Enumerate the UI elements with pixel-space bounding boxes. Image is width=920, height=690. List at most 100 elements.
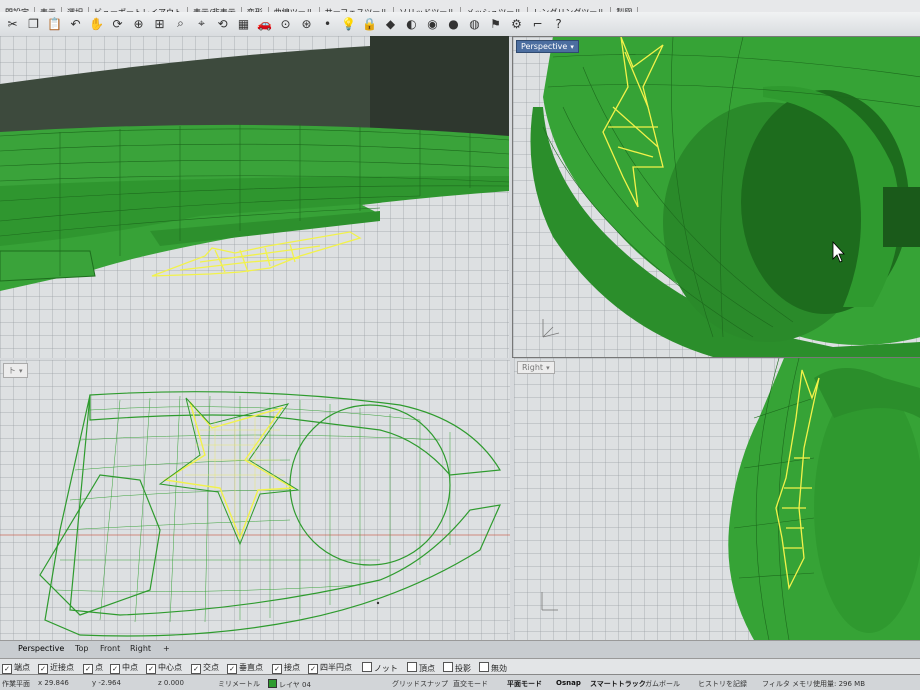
osnap-checkbox[interactable] xyxy=(407,662,417,672)
paste-icon[interactable]: 📋 xyxy=(46,15,63,32)
rendering-sphere-icon[interactable]: ◍ xyxy=(466,15,483,32)
osnap-11[interactable]: 投影 xyxy=(443,662,471,674)
osnap-9[interactable]: ノット xyxy=(362,662,398,674)
zoom-icon[interactable]: ⊕ xyxy=(130,15,147,32)
gumball-toggle[interactable]: ガムボール xyxy=(645,679,680,689)
osnap-2[interactable]: ✓ 点 xyxy=(83,662,103,674)
perspective-viewport-label[interactable]: Perspective ▾ xyxy=(516,40,579,53)
shade-icon[interactable]: ◆ xyxy=(382,15,399,32)
osnap-label: 無効 xyxy=(491,664,507,673)
osnap-checkbox[interactable]: ✓ xyxy=(110,664,120,674)
osnap-5[interactable]: ✓ 交点 xyxy=(191,662,219,674)
undo-view-icon[interactable]: ⟲ xyxy=(214,15,231,32)
material-icon[interactable]: ◐ xyxy=(403,15,420,32)
status-y: y -2.964 xyxy=(92,679,121,687)
select-icon[interactable]: ⊙ xyxy=(277,15,294,32)
rhino-window: 間設定 表示 選択 ビューポートレイアウト 表示/非表示 変形 曲線ツール サーフェスツールソ… xyxy=(0,0,920,690)
osnap-checkbox[interactable]: ✓ xyxy=(38,664,48,674)
osnap-label: 端点 xyxy=(14,663,30,672)
viewport-top[interactable]: ト ▾ xyxy=(0,360,510,640)
undo-icon[interactable]: ↶ xyxy=(67,15,84,32)
osnap-label: 点 xyxy=(95,663,103,672)
cut-icon[interactable]: ✂ xyxy=(4,15,21,32)
planar-toggle[interactable]: 平面モード xyxy=(507,679,542,689)
osnap-4[interactable]: ✓ 中心点 xyxy=(146,662,182,674)
osnap-0[interactable]: ✓ 端点 xyxy=(2,662,30,674)
osnap-toggle[interactable]: Osnap xyxy=(556,679,581,687)
car-icon[interactable]: 🚗 xyxy=(256,15,273,32)
osnap-checkbox[interactable]: ✓ xyxy=(227,664,237,674)
zoom-extents-icon[interactable]: ⌕ xyxy=(172,15,189,32)
dimension-icon[interactable]: ⌐ xyxy=(529,15,546,32)
options-icon[interactable]: ⚙ xyxy=(508,15,525,32)
osnap-12[interactable]: 無効 xyxy=(479,662,507,674)
osnap-label: 頂点 xyxy=(419,664,435,673)
osnap-checkbox[interactable]: ✓ xyxy=(191,664,201,674)
help-icon[interactable]: ? xyxy=(550,15,567,32)
osnap-label: 交点 xyxy=(203,663,219,672)
grid-snap-toggle[interactable]: グリッドスナップ xyxy=(392,679,448,689)
copy-icon[interactable]: ❐ xyxy=(25,15,42,32)
object-properties-icon[interactable]: ⊛ xyxy=(298,15,315,32)
osnap-checkbox[interactable] xyxy=(362,662,372,672)
top-view-model xyxy=(0,391,510,637)
lock-icon[interactable]: 🔒 xyxy=(361,15,378,32)
viewport-right[interactable]: Right ▾ xyxy=(514,358,920,640)
layer-color-swatch xyxy=(268,679,277,688)
osnap-checkbox[interactable]: ✓ xyxy=(272,664,282,674)
osnap-3[interactable]: ✓ 中点 xyxy=(110,662,138,674)
status-x: x 29.846 xyxy=(38,679,69,687)
viewport-layout-icon[interactable]: ▦ xyxy=(235,15,252,32)
top-viewport-label[interactable]: ト ▾ xyxy=(3,363,28,378)
render-icon[interactable]: ● xyxy=(445,15,462,32)
record-history-toggle[interactable]: ヒストリを記録 xyxy=(698,679,747,689)
light-icon[interactable]: 💡 xyxy=(340,15,357,32)
osnap-checkbox[interactable]: ✓ xyxy=(2,664,12,674)
status-layer-label: レイヤ 04 xyxy=(279,681,311,689)
viewport-perspective[interactable]: Perspective ▾ xyxy=(512,36,920,358)
ortho-toggle[interactable]: 直交モード xyxy=(453,679,488,689)
tab-top[interactable]: Top xyxy=(75,644,89,653)
right-viewport-label[interactable]: Right ▾ xyxy=(517,361,555,374)
memory-usage: メモリ使用量: 296 MB xyxy=(792,680,866,688)
status-z: z 0.000 xyxy=(158,679,184,687)
osnap-label: 四半円点 xyxy=(320,663,352,672)
rotate-icon[interactable]: ⟳ xyxy=(109,15,126,32)
osnap-8[interactable]: ✓ 四半円点 xyxy=(308,662,352,674)
osnap-6[interactable]: ✓ 垂直点 xyxy=(227,662,263,674)
right-view-model xyxy=(541,358,920,640)
osnap-10[interactable]: 頂点 xyxy=(407,662,435,674)
zoom-window-icon[interactable]: ⊞ xyxy=(151,15,168,32)
osnap-7[interactable]: ✓ 接点 xyxy=(272,662,300,674)
status-layer[interactable]: レイヤ 04 xyxy=(268,679,311,690)
tab-front[interactable]: Front xyxy=(100,644,120,653)
viewport-tabs: Perspective Top Front Right + xyxy=(0,640,920,659)
osnap-checkbox[interactable] xyxy=(479,662,489,672)
flag-icon[interactable]: ⚑ xyxy=(487,15,504,32)
osnap-label: 垂直点 xyxy=(239,663,263,672)
osnap-bar: ✓ 端点 ✓ 近接点 ✓ 点 ✓ 中点 ✓ 中心点 ✓ 交点 ✓ 垂直点 ✓ 接点 ✓ 四半円点 ノット 頂点 投影 無効 xyxy=(0,658,920,675)
osnap-checkbox[interactable] xyxy=(443,662,453,672)
osnap-label: 投影 xyxy=(455,664,471,673)
viewport-top-left[interactable] xyxy=(0,36,509,358)
status-plane: 作業平面 xyxy=(2,680,30,688)
osnap-checkbox[interactable]: ✓ xyxy=(83,664,93,674)
add-tab-icon[interactable]: + xyxy=(163,644,170,653)
rendered-icon[interactable]: ◉ xyxy=(424,15,441,32)
smarttrack-toggle[interactable]: スマートトラック xyxy=(590,679,646,689)
tab-right[interactable]: Right xyxy=(130,644,151,653)
osnap-label: 中心点 xyxy=(158,663,182,672)
pan-icon[interactable]: ✋ xyxy=(88,15,105,32)
filter-toggle[interactable]: フィルタ xyxy=(762,679,790,689)
point-icon[interactable]: • xyxy=(319,15,336,32)
osnap-1[interactable]: ✓ 近接点 xyxy=(38,662,74,674)
osnap-label: ノット xyxy=(374,664,398,673)
osnap-checkbox[interactable]: ✓ xyxy=(308,664,318,674)
osnap-checkbox[interactable]: ✓ xyxy=(146,664,156,674)
zoom-selected-icon[interactable]: ⌖ xyxy=(193,15,210,32)
status-units[interactable]: ミリメートル xyxy=(218,679,260,689)
standard-toolbar: ✂ ❐ 📋 ↶ ✋ ⟳ ⊕ ⊞ ⌕ ⌖ ⟲ ▦ 🚗 ⊙ ⊛ • 💡 🔒 ◆ ◐ ◉ ● ◍ ⚑ ⚙ ⌐? xyxy=(0,12,920,37)
perspective-model xyxy=(530,37,920,357)
tab-perspective[interactable]: Perspective xyxy=(18,644,64,653)
osnap-label: 中点 xyxy=(122,663,138,672)
